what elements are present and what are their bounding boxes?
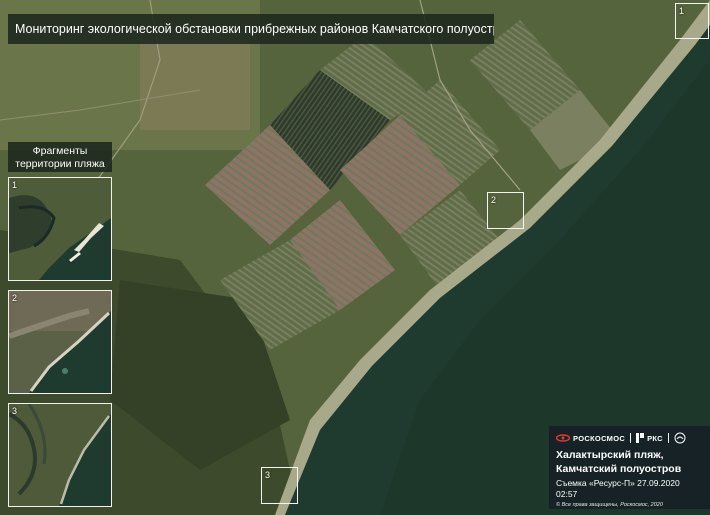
rks-logo-icon: [636, 433, 645, 443]
roscosmos-logo-text: РОСКОСМОС: [573, 433, 626, 443]
fragment-thumbnail-2-number: 2: [12, 293, 18, 303]
emblem-icon: [674, 432, 686, 444]
capture-info: Съемка «Ресурс-П» 27.09.2020 02:57: [556, 478, 680, 499]
location-line1: Халактырский пляж,: [556, 449, 664, 461]
copyright-notice: © Все права защищены, Роскосмос, 2020: [556, 502, 663, 508]
map-marker-1: 1: [675, 3, 709, 39]
logo-row: РОСКОСМОС РКС: [556, 430, 703, 446]
map-marker-3: 3: [261, 467, 298, 504]
rks-logo-text: РКС: [647, 433, 663, 443]
location-line2: Камчатский полуостров: [556, 463, 682, 475]
fragment-thumbnail-3-number: 3: [12, 406, 18, 416]
image-title: Мониторинг экологической обстановки приб…: [8, 14, 494, 44]
map-marker-2: 2: [487, 192, 524, 229]
fragment-thumbnail-1-number: 1: [12, 180, 18, 190]
map-marker-3-number: 3: [265, 470, 271, 480]
roscosmos-logo-icon: [556, 434, 570, 442]
info-panel: РОСКОСМОС РКС Халактырский пляж, Камчатс…: [549, 426, 710, 509]
map-marker-1-number: 1: [679, 6, 685, 16]
fragment-thumbnail-3: 3: [8, 403, 112, 507]
logo-divider: [630, 433, 632, 443]
fragments-label-line1: Фрагменты: [32, 145, 88, 157]
fragments-label-line2: территории пляжа: [15, 158, 105, 170]
fragments-label: Фрагменты территории пляжа: [8, 142, 112, 172]
fragment-thumbnail-1: 1: [8, 177, 112, 281]
map-marker-2-number: 2: [491, 195, 497, 205]
fragment-thumbnail-2: 2: [8, 290, 112, 394]
logo-divider-2: [667, 433, 669, 443]
